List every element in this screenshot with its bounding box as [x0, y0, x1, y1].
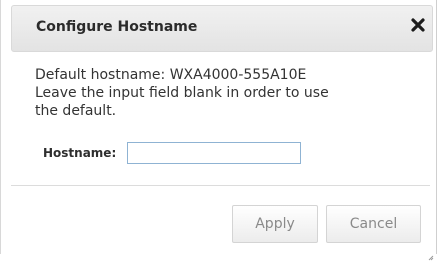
resize-grip-icon[interactable]: [428, 246, 434, 261]
cancel-button[interactable]: Cancel: [326, 205, 421, 243]
hostname-input[interactable]: [127, 142, 302, 164]
dialog-message: Default hostname: WXA4000-555A10E Leave …: [35, 66, 425, 120]
default-hostname-text: Default hostname: WXA4000-555A10E: [35, 67, 307, 83]
configure-hostname-dialog: Configure Hostname Default hostname: WXA…: [0, 0, 437, 261]
instruction-text-line-1: Leave the input field blank in order to …: [35, 85, 329, 101]
hostname-field-row: Hostname:: [43, 141, 302, 165]
footer-divider: [11, 185, 430, 186]
hostname-label: Hostname:: [43, 146, 117, 160]
close-icon[interactable]: [409, 15, 427, 35]
apply-button[interactable]: Apply: [232, 205, 318, 243]
instruction-text-line-2: the default.: [35, 103, 117, 119]
dialog-title: Configure Hostname: [36, 19, 198, 35]
dialog-titlebar[interactable]: Configure Hostname: [11, 5, 433, 52]
